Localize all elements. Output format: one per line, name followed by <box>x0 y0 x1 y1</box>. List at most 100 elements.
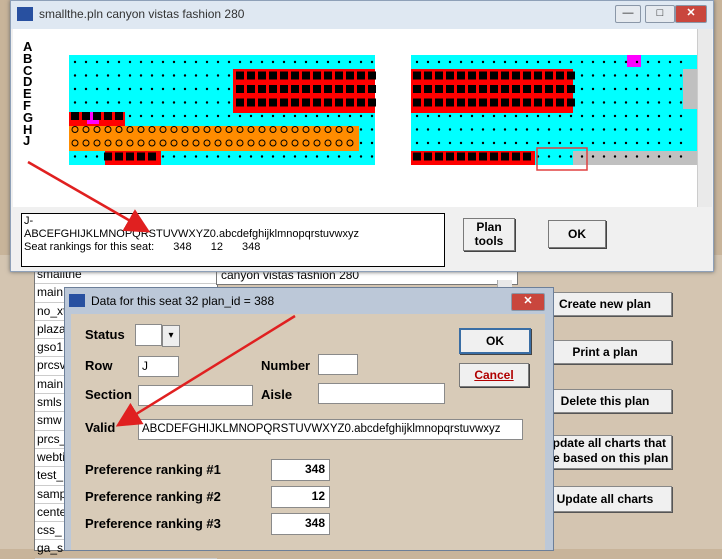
seat[interactable] <box>679 74 683 77</box>
seat[interactable] <box>492 114 496 118</box>
seat[interactable] <box>503 114 507 118</box>
seat[interactable] <box>315 60 319 64</box>
seat[interactable] <box>335 71 343 80</box>
seat[interactable] <box>302 71 310 80</box>
seat[interactable] <box>470 128 474 131</box>
seat[interactable] <box>172 101 176 104</box>
seat[interactable] <box>413 98 421 107</box>
seat[interactable] <box>657 87 661 91</box>
seat[interactable] <box>580 60 584 64</box>
seat[interactable] <box>194 74 198 77</box>
seat[interactable] <box>512 152 520 161</box>
seat[interactable] <box>370 114 374 118</box>
seat[interactable] <box>346 98 354 107</box>
seat[interactable] <box>602 101 606 104</box>
seat[interactable] <box>457 152 465 161</box>
seat[interactable] <box>236 85 244 93</box>
seat[interactable] <box>291 71 299 80</box>
seat[interactable] <box>150 114 154 118</box>
seat[interactable] <box>569 128 573 131</box>
status-select[interactable] <box>135 324 162 346</box>
seat[interactable] <box>413 71 421 80</box>
seat[interactable] <box>512 85 520 93</box>
row-field[interactable]: J <box>138 356 179 377</box>
seat[interactable] <box>448 141 452 145</box>
seat[interactable] <box>470 114 474 118</box>
seat[interactable] <box>227 114 231 118</box>
seat[interactable] <box>357 98 365 107</box>
seat[interactable] <box>536 155 540 158</box>
seat[interactable] <box>128 87 132 91</box>
seat[interactable] <box>470 60 474 64</box>
seat[interactable] <box>602 74 606 77</box>
seat[interactable] <box>346 85 354 93</box>
seat[interactable] <box>668 87 672 91</box>
seat[interactable] <box>580 87 584 91</box>
seat-grid[interactable] <box>13 29 697 207</box>
seat[interactable] <box>236 71 244 80</box>
seat[interactable] <box>172 87 176 91</box>
seat[interactable] <box>415 114 419 118</box>
seat[interactable] <box>335 85 343 93</box>
seat[interactable] <box>161 114 165 118</box>
seat[interactable] <box>370 60 374 64</box>
seat[interactable] <box>580 128 584 131</box>
seat[interactable] <box>437 114 441 118</box>
seat[interactable] <box>357 85 365 93</box>
seat[interactable] <box>128 101 132 104</box>
seat[interactable] <box>205 114 209 118</box>
pref1-field[interactable]: 348 <box>271 459 330 481</box>
seat[interactable] <box>161 101 165 104</box>
seat[interactable] <box>346 71 354 80</box>
seat[interactable] <box>613 74 617 77</box>
seat[interactable] <box>424 71 432 80</box>
seat[interactable] <box>437 141 441 145</box>
cancel-button[interactable]: Cancel <box>459 363 529 387</box>
seat[interactable] <box>457 85 465 93</box>
seat[interactable] <box>668 128 672 131</box>
seat[interactable] <box>580 74 584 77</box>
seat[interactable] <box>479 152 487 161</box>
seat[interactable] <box>368 85 376 93</box>
seat[interactable] <box>646 114 650 118</box>
seat[interactable] <box>247 85 255 93</box>
seat[interactable] <box>567 85 575 93</box>
seat[interactable] <box>446 85 454 93</box>
seat[interactable] <box>492 141 496 145</box>
seat[interactable] <box>679 155 683 158</box>
seat[interactable] <box>468 152 476 161</box>
seat[interactable] <box>624 60 628 64</box>
seat[interactable] <box>613 87 617 91</box>
seat[interactable] <box>137 152 145 161</box>
seat[interactable] <box>73 155 77 158</box>
seat[interactable] <box>359 141 363 145</box>
seat[interactable] <box>424 98 432 107</box>
seat[interactable] <box>503 60 507 64</box>
seat[interactable] <box>370 141 374 145</box>
seat[interactable] <box>84 87 88 91</box>
seat[interactable] <box>668 155 672 158</box>
seat[interactable] <box>139 60 143 64</box>
seat[interactable] <box>117 87 121 91</box>
seat[interactable] <box>282 60 286 64</box>
seat[interactable] <box>337 114 341 118</box>
seat[interactable] <box>635 128 639 131</box>
seat[interactable] <box>84 74 88 77</box>
seat[interactable] <box>613 128 617 131</box>
seat[interactable] <box>668 60 672 64</box>
seat[interactable] <box>139 74 143 77</box>
seat[interactable] <box>468 98 476 107</box>
seat[interactable] <box>304 114 308 118</box>
seat[interactable] <box>82 112 90 120</box>
seat[interactable] <box>238 155 242 158</box>
seat[interactable] <box>525 128 529 131</box>
update-all-charts-button[interactable]: Update all charts <box>538 486 672 512</box>
seat[interactable] <box>457 98 465 107</box>
seat[interactable] <box>446 98 454 107</box>
seat[interactable] <box>580 155 584 158</box>
seat[interactable] <box>73 74 77 77</box>
seat[interactable] <box>525 141 529 145</box>
update-based-charts-button[interactable]: Update all charts that are based on this… <box>538 435 672 469</box>
seat[interactable] <box>556 85 564 93</box>
seat[interactable] <box>415 128 419 131</box>
